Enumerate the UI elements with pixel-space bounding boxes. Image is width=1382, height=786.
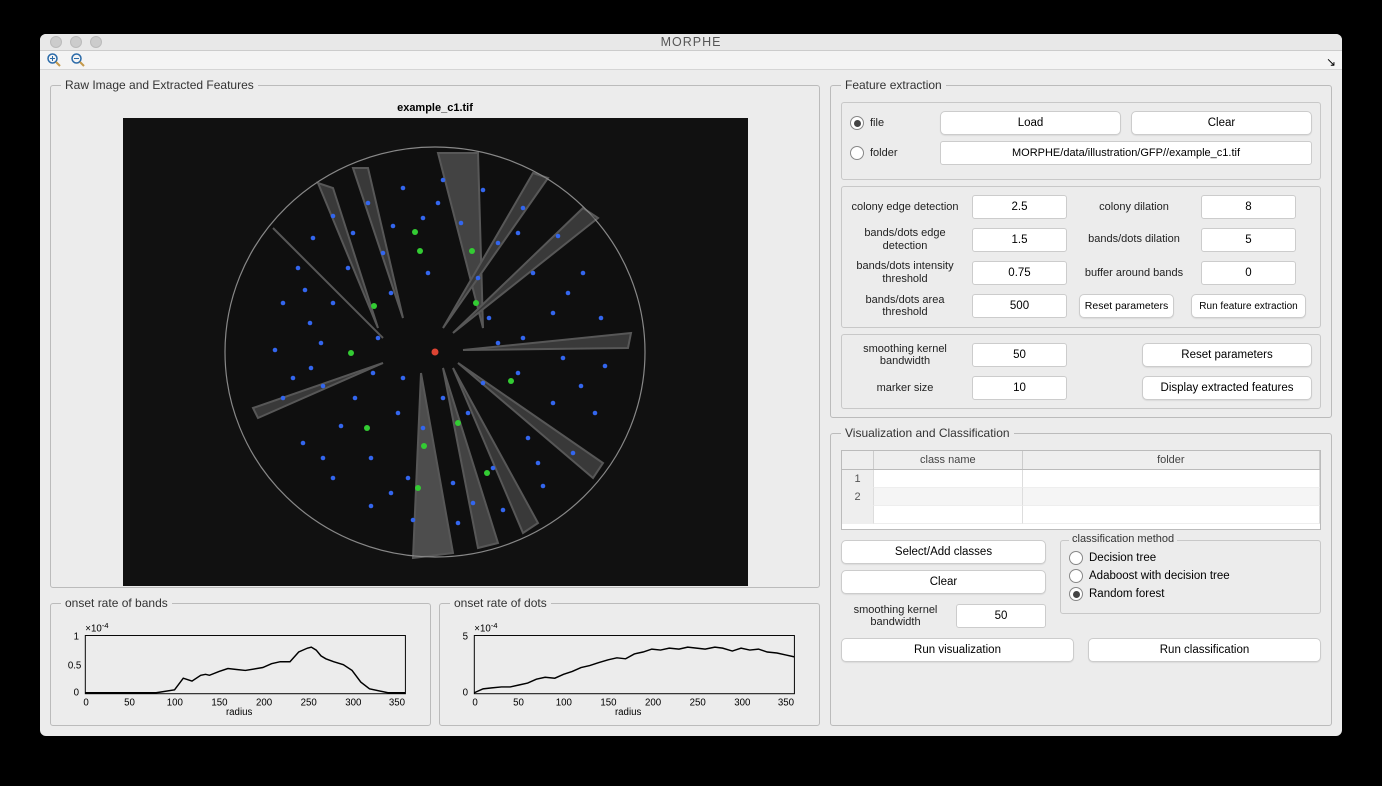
feature-extraction-legend: Feature extraction <box>841 78 946 92</box>
titlebar: MORPHE <box>40 34 1342 51</box>
raw-image-panel: Raw Image and Extracted Features example… <box>50 78 820 588</box>
colony-dilation-field[interactable]: 8 <box>1201 195 1296 219</box>
image-display[interactable] <box>123 118 748 586</box>
buffer-field[interactable]: 0 <box>1201 261 1296 285</box>
svg-text:100: 100 <box>167 697 184 708</box>
table-row: 1 <box>842 470 1320 488</box>
svg-text:50: 50 <box>513 697 524 708</box>
svg-text:350: 350 <box>778 697 795 708</box>
toolbar: ↘ <box>40 51 1342 70</box>
svg-text:5: 5 <box>463 631 468 642</box>
viz-smooth-label: smoothing kernel bandwidth <box>841 604 950 628</box>
zoom-in-icon[interactable] <box>46 52 62 68</box>
raw-image-legend: Raw Image and Extracted Features <box>61 78 258 92</box>
decision-tree-radio[interactable] <box>1069 551 1083 565</box>
col-class-name: class name <box>874 451 1023 469</box>
select-classes-button[interactable]: Select/Add classes <box>841 540 1046 564</box>
dots-chart-panel: onset rate of dots ×10-4 5 0 050100 1502… <box>439 596 820 726</box>
colony-edge-label: colony edge detection <box>850 201 960 214</box>
table-row <box>842 506 1320 524</box>
bands-chart-panel: onset rate of bands ×10-4 1 0.5 0 0 50 100… <box>50 596 431 726</box>
buffer-label: buffer around bands <box>1079 267 1189 280</box>
classification-method-title: classification method <box>1069 533 1177 545</box>
reset-params-button[interactable]: Reset parameters <box>1079 294 1174 318</box>
svg-text:1: 1 <box>74 631 79 642</box>
svg-text:300: 300 <box>345 697 362 708</box>
feature-extraction-panel: Feature extraction file Load Clear f <box>830 78 1332 418</box>
reset-display-button[interactable]: Reset parameters <box>1142 343 1312 367</box>
colony-edge-field[interactable]: 2.5 <box>972 195 1067 219</box>
svg-text:300: 300 <box>734 697 751 708</box>
area-thresh-field[interactable]: 500 <box>972 294 1067 318</box>
svg-text:radius: radius <box>226 707 253 717</box>
adaboost-label: Adaboost with decision tree <box>1089 570 1230 582</box>
dots-chart-legend: onset rate of dots <box>450 596 551 610</box>
svg-text:×10-4: ×10-4 <box>474 621 498 635</box>
colony-dilation-label: colony dilation <box>1079 201 1189 214</box>
svg-text:250: 250 <box>690 697 707 708</box>
viz-smooth-field[interactable]: 50 <box>956 604 1046 628</box>
bands-dilation-field[interactable]: 5 <box>1201 228 1296 252</box>
svg-text:0.5: 0.5 <box>68 661 81 672</box>
bands-dilation-label: bands/dots dilation <box>1079 233 1189 246</box>
intensity-thresh-field[interactable]: 0.75 <box>972 261 1067 285</box>
class-table-header: class name folder <box>841 450 1321 470</box>
area-thresh-label: bands/dots area threshold <box>850 294 960 319</box>
run-visualization-button[interactable]: Run visualization <box>841 638 1074 662</box>
intensity-thresh-label: bands/dots intensity threshold <box>850 260 960 285</box>
bands-edge-field[interactable]: 1.5 <box>972 228 1067 252</box>
marker-field[interactable]: 10 <box>972 376 1067 400</box>
bands-chart: ×10-4 1 0.5 0 050100 150200250 300350 ra… <box>61 620 420 717</box>
toolbar-menu-icon[interactable]: ↘ <box>1326 55 1336 69</box>
col-folder: folder <box>1023 451 1320 469</box>
svg-text:×10-4: ×10-4 <box>85 621 109 635</box>
classification-method-box: classification method Decision tree Adab… <box>1060 540 1321 614</box>
table-row: 2 <box>842 488 1320 506</box>
adaboost-radio[interactable] <box>1069 569 1083 583</box>
svg-text:0: 0 <box>472 697 478 708</box>
bands-edge-label: bands/dots edge detection <box>850 227 960 252</box>
viz-class-panel: Visualization and Classification class n… <box>830 426 1332 726</box>
window-title: MORPHE <box>40 35 1342 49</box>
smooth-label: smoothing kernel bandwidth <box>850 343 960 368</box>
svg-text:radius: radius <box>615 707 642 717</box>
dots-chart: ×10-4 5 0 050100 150200250 300350 radius <box>450 620 809 717</box>
svg-text:0: 0 <box>74 688 80 699</box>
path-field[interactable]: MORPHE/data/illustration/GFP//example_c1… <box>940 141 1312 165</box>
svg-text:0: 0 <box>83 697 89 708</box>
load-button[interactable]: Load <box>940 111 1121 135</box>
class-table-body[interactable]: 1 2 <box>841 470 1321 530</box>
main-window: MORPHE ↘ Raw Image and Extracted Feature… <box>40 34 1342 736</box>
clear-classes-button[interactable]: Clear <box>841 570 1046 594</box>
svg-text:200: 200 <box>256 697 273 708</box>
random-forest-label: Random forest <box>1089 588 1164 600</box>
svg-text:350: 350 <box>389 697 406 708</box>
svg-text:100: 100 <box>556 697 573 708</box>
zoom-out-icon[interactable] <box>70 52 86 68</box>
run-classification-button[interactable]: Run classification <box>1088 638 1321 662</box>
folder-radio-label: folder <box>870 147 898 159</box>
decision-tree-label: Decision tree <box>1089 552 1156 564</box>
viz-class-legend: Visualization and Classification <box>841 426 1014 440</box>
display-features-button[interactable]: Display extracted features <box>1142 376 1312 400</box>
file-radio[interactable] <box>850 116 864 130</box>
bands-chart-legend: onset rate of bands <box>61 596 172 610</box>
run-extraction-button[interactable]: Run feature extraction <box>1191 294 1306 318</box>
smooth-field[interactable]: 50 <box>972 343 1067 367</box>
svg-text:250: 250 <box>301 697 318 708</box>
random-forest-radio[interactable] <box>1069 587 1083 601</box>
folder-radio[interactable] <box>850 146 864 160</box>
svg-text:0: 0 <box>463 688 469 699</box>
image-title: example_c1.tif <box>61 102 809 114</box>
marker-label: marker size <box>850 382 960 395</box>
file-radio-label: file <box>870 117 884 129</box>
svg-text:50: 50 <box>124 697 135 708</box>
clear-button[interactable]: Clear <box>1131 111 1312 135</box>
svg-text:200: 200 <box>645 697 662 708</box>
